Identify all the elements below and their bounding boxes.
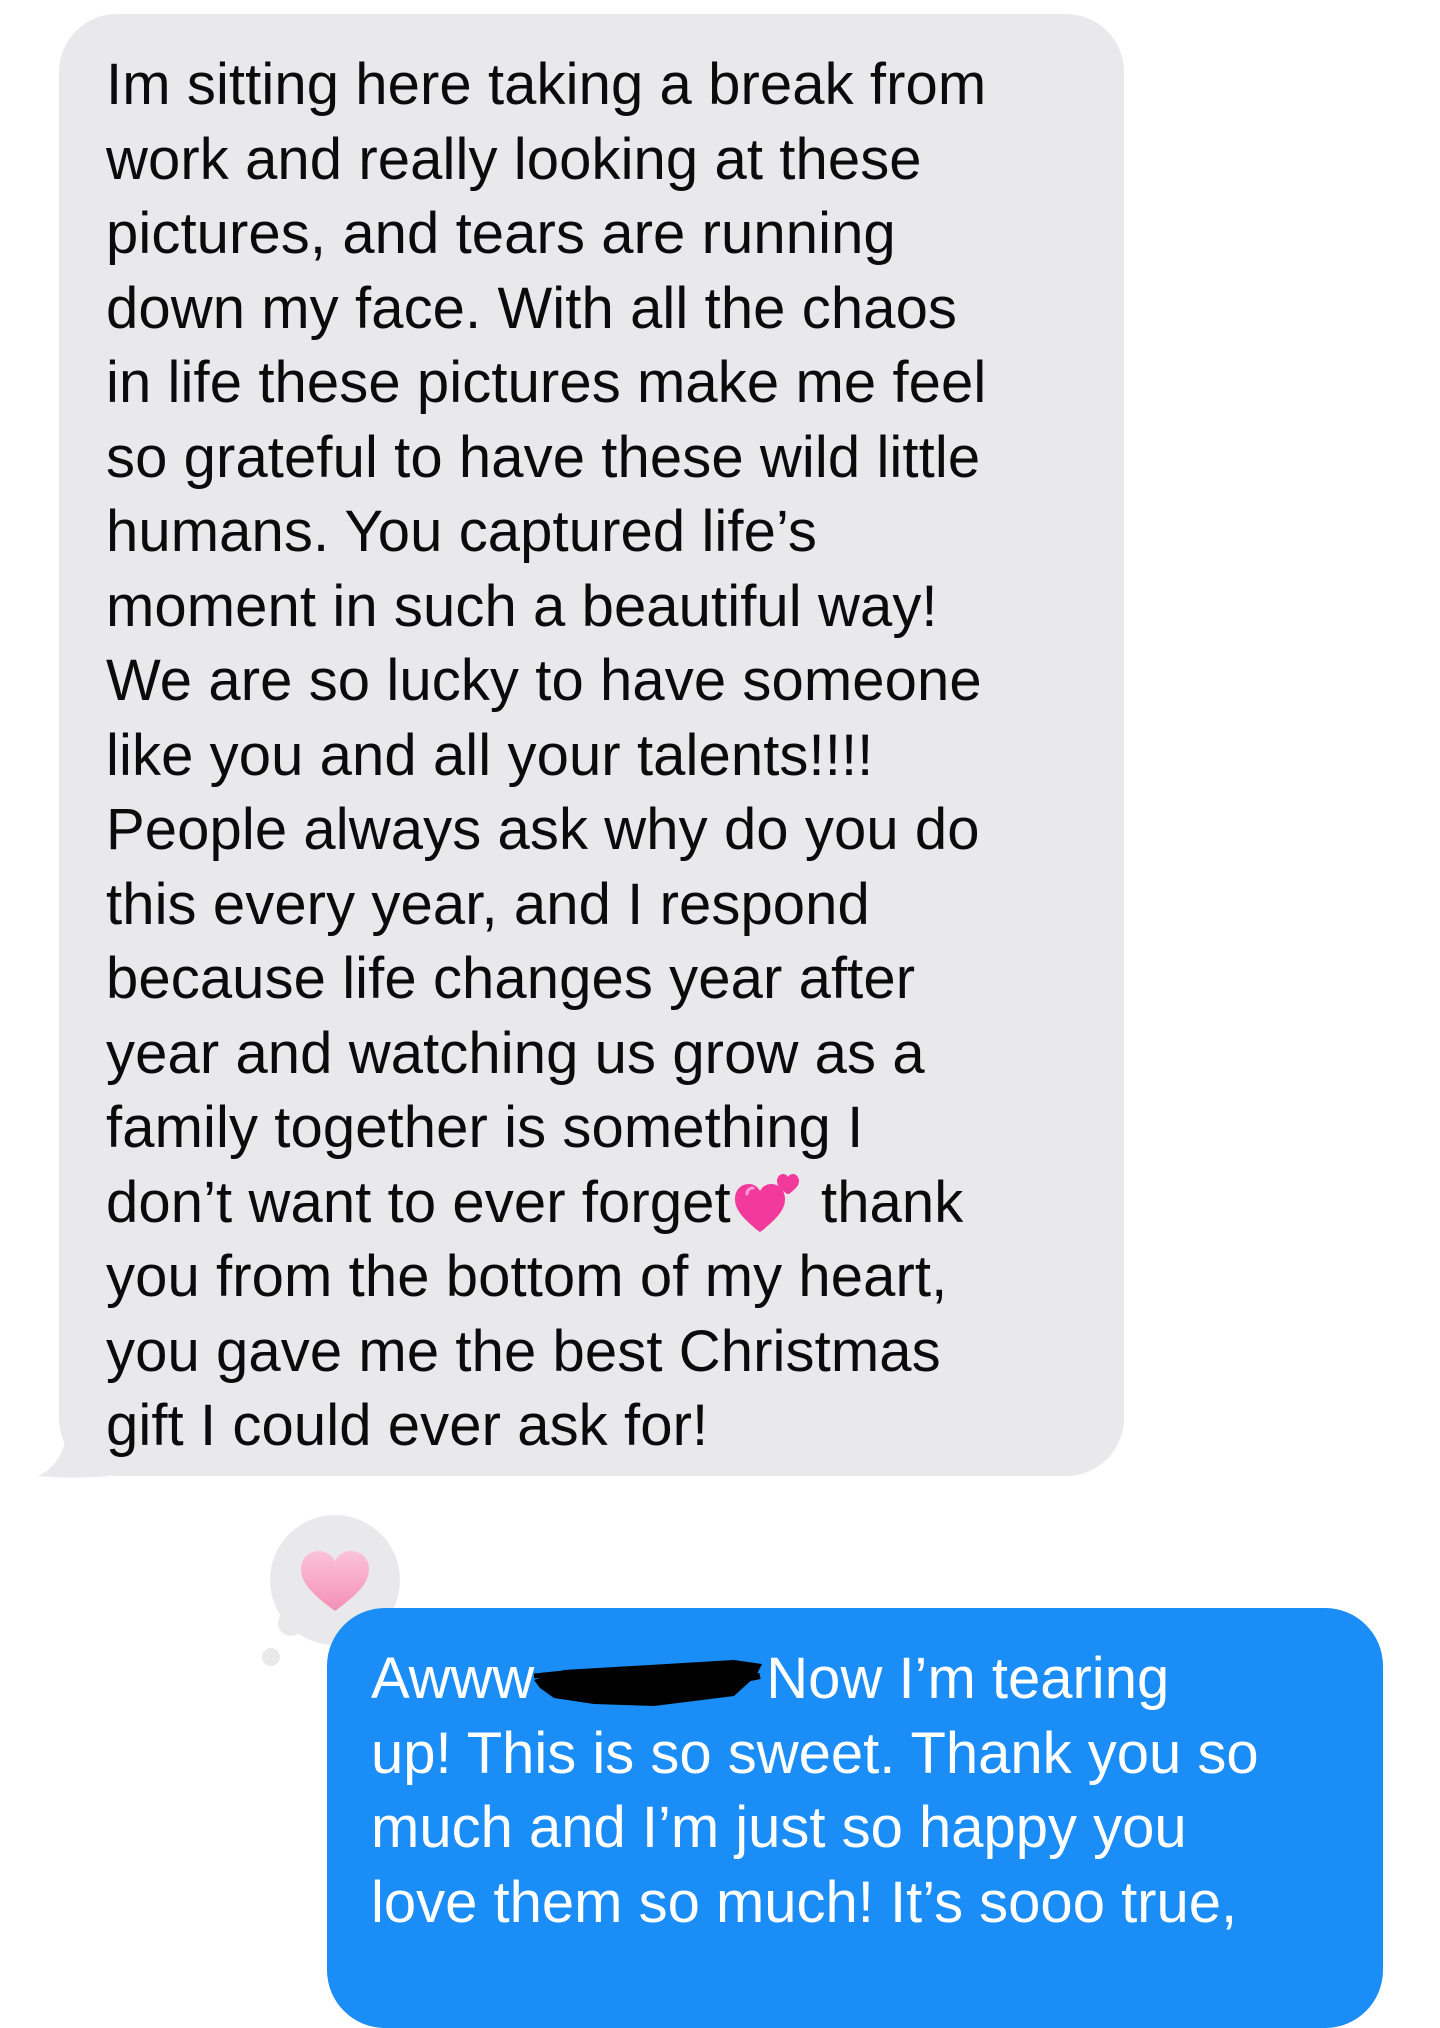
outgoing-message-bubble[interactable]: Awww Now I’m tearing up! This is so swee…	[327, 1608, 1383, 2028]
incoming-message-text-part1: Im sitting here taking a break from work…	[106, 52, 987, 1235]
message-thread: Im sitting here taking a break from work…	[0, 0, 1440, 2028]
redaction-scribble	[534, 1646, 766, 1712]
pink-heart-icon	[301, 1551, 369, 1611]
incoming-message-bubble[interactable]: Im sitting here taking a break from work…	[59, 14, 1124, 1476]
tapback-dot-small	[262, 1648, 280, 1666]
outgoing-message-text-part1: Awww	[371, 1646, 535, 1711]
outgoing-message-text: Awww Now I’m tearing up! This is so swee…	[371, 1642, 1347, 1940]
two-hearts-icon	[734, 1172, 801, 1232]
incoming-message-text: Im sitting here taking a break from work…	[106, 48, 1080, 1464]
